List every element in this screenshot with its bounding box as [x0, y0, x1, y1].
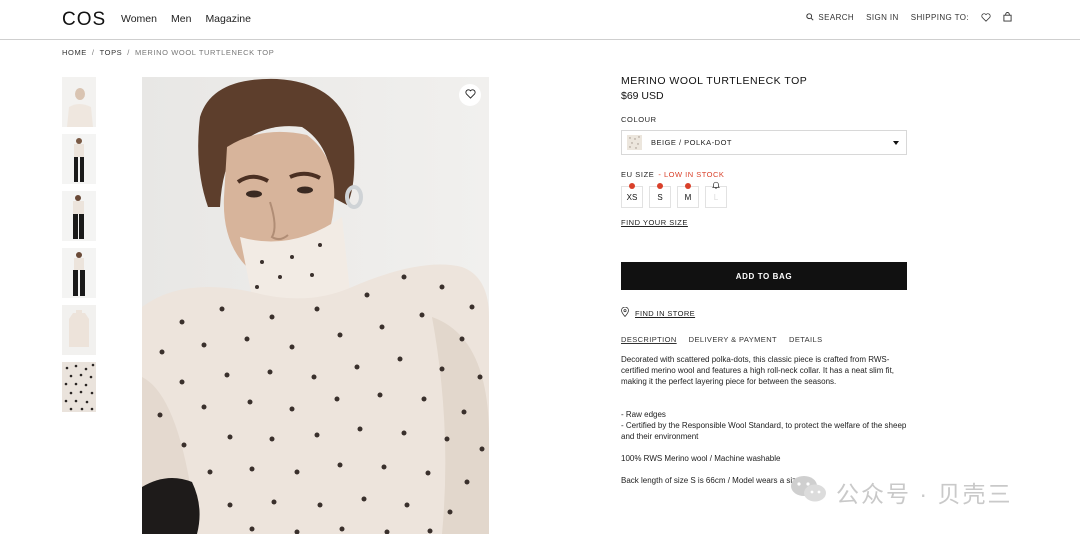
info-tabs: DESCRIPTION DELIVERY & PAYMENT DETAILS [621, 335, 823, 344]
thumbnail-1[interactable] [62, 77, 96, 127]
find-in-store-link[interactable]: FIND IN STORE [621, 306, 696, 319]
thumbnail-2[interactable] [62, 134, 96, 184]
product-main-image[interactable] [142, 77, 489, 534]
search-button[interactable]: SEARCH [806, 13, 854, 22]
main-nav: Women Men Magazine [121, 13, 251, 25]
breadcrumb-separator: / [127, 48, 130, 57]
size-option-label: M [684, 192, 692, 202]
size-option-l[interactable]: L [705, 181, 727, 208]
search-icon [806, 13, 814, 21]
low-stock-note: - LOW IN STOCK [658, 170, 725, 179]
size-option-label: L [713, 192, 719, 202]
size-option-m[interactable]: M [677, 183, 699, 208]
sign-in-link[interactable]: SIGN IN [866, 13, 899, 22]
breadcrumb-tops[interactable]: TOPS [100, 48, 123, 57]
tab-delivery-payment[interactable]: DELIVERY & PAYMENT [689, 335, 777, 344]
find-your-size-link[interactable]: FIND YOUR SIZE [621, 218, 688, 227]
size-option-label: S [657, 192, 663, 202]
colour-label: COLOUR [621, 115, 657, 124]
size-option-s[interactable]: S [649, 183, 671, 208]
watermark: 公众号 · 贝壳三 [790, 474, 1012, 510]
shipping-to-selector[interactable]: SHIPPING TO: [911, 13, 969, 22]
description-intro: Decorated with scattered polka-dots, thi… [621, 355, 895, 386]
size-label: EU SIZE [621, 170, 655, 179]
product-info-panel: MERINO WOOL TURTLENECK TOP $69 USD COLOU… [621, 75, 907, 485]
product-photo [142, 77, 489, 534]
size-selector: XS S M L [621, 181, 727, 208]
low-stock-dot [657, 183, 663, 189]
breadcrumb-separator: / [91, 48, 95, 57]
nav-women[interactable]: Women [121, 13, 157, 25]
breadcrumb-home[interactable]: HOME [62, 48, 87, 57]
nav-men[interactable]: Men [171, 13, 191, 25]
site-header: COS Women Men Magazine SEARCH SIGN IN SH… [0, 0, 1080, 40]
size-option-xs[interactable]: XS [621, 183, 643, 208]
location-pin-icon [621, 306, 629, 319]
heart-icon[interactable] [981, 12, 991, 22]
thumbnail-3[interactable] [62, 191, 96, 241]
product-price: $69 USD [621, 90, 664, 102]
breadcrumb-current: MERINO WOOL TURTLENECK TOP [134, 48, 275, 57]
product-description: Decorated with scattered polka-dots, thi… [621, 354, 907, 486]
size-option-label: XS [626, 192, 638, 202]
bag-icon[interactable] [1003, 12, 1012, 22]
heart-icon [464, 86, 476, 104]
product-title: MERINO WOOL TURTLENECK TOP [621, 75, 808, 87]
colour-dropdown[interactable]: BEIGE / POLKA-DOT [621, 130, 907, 155]
description-bullet: - Certified by the Responsible Wool Stan… [621, 421, 907, 441]
cos-logo[interactable]: COS [62, 9, 106, 31]
thumbnail-gallery [62, 77, 96, 419]
breadcrumb: HOME / TOPS / MERINO WOOL TURTLENECK TOP [62, 48, 274, 57]
low-stock-dot [629, 183, 635, 189]
nav-magazine[interactable]: Magazine [205, 13, 251, 25]
tab-details[interactable]: DETAILS [789, 335, 823, 344]
thumbnail-4[interactable] [62, 248, 96, 298]
size-header: EU SIZE - LOW IN STOCK [621, 170, 724, 179]
wechat-icon [790, 474, 828, 510]
caret-down-icon [893, 141, 899, 145]
search-label: SEARCH [818, 12, 855, 22]
tab-description[interactable]: DESCRIPTION [621, 335, 677, 344]
description-bullet: - Raw edges [621, 410, 666, 419]
thumbnail-6[interactable] [62, 362, 96, 412]
colour-swatch [627, 135, 642, 150]
notify-bell-icon [711, 181, 721, 191]
description-composition: 100% RWS Merino wool / Machine washable [621, 454, 781, 463]
add-to-bag-button[interactable]: ADD TO BAG [621, 262, 907, 290]
header-utilities: SEARCH SIGN IN SHIPPING TO: [806, 12, 1012, 22]
find-in-store-label: FIND IN STORE [635, 308, 696, 318]
colour-value: BEIGE / POLKA-DOT [651, 138, 733, 147]
thumbnail-5[interactable] [62, 305, 96, 355]
wishlist-button[interactable] [459, 84, 481, 106]
watermark-text: 公众号 · 贝壳三 [836, 481, 1013, 507]
low-stock-dot [685, 183, 691, 189]
